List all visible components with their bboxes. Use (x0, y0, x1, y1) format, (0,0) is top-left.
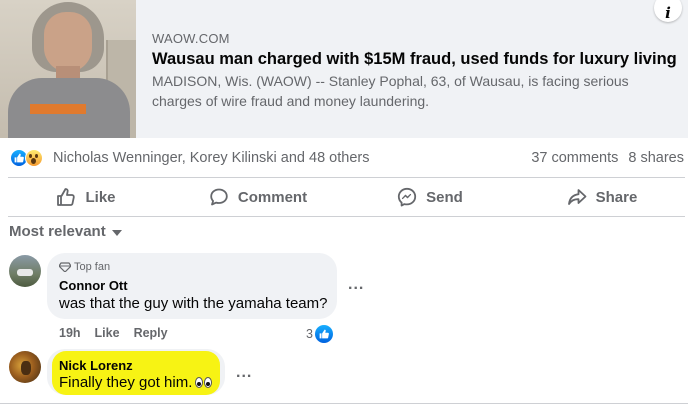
comment-options-icon[interactable]: ... (348, 276, 364, 294)
reaction-icons[interactable] (10, 149, 50, 167)
comment-text: was that the guy with the yamaha team? (59, 295, 328, 312)
comment-meta: 19h Like Reply (59, 326, 168, 340)
like-icon (314, 325, 333, 343)
reactions-summary: Nicholas Wenninger, Korey Kilinski and 4… (0, 138, 688, 178)
send-label: Send (426, 188, 463, 206)
divider (8, 216, 685, 217)
eyes-emoji-icon (195, 377, 213, 389)
comment-like-link[interactable]: Like (95, 326, 120, 340)
share-button[interactable]: Share (516, 178, 688, 216)
link-domain: WAOW.COM (152, 31, 230, 46)
comments-count[interactable]: 37 comments (531, 150, 618, 166)
diamond-icon (59, 262, 71, 272)
comment-author[interactable]: Connor Ott (59, 278, 128, 293)
link-headline[interactable]: Wausau man charged with $15M fraud, used… (152, 50, 677, 69)
comment-options-icon[interactable]: ... (236, 364, 252, 382)
comment-icon (210, 188, 228, 206)
article-thumbnail (0, 0, 136, 138)
reaction-count: 3 (306, 327, 313, 341)
wow-icon (25, 149, 43, 167)
comment-author[interactable]: Nick Lorenz (59, 358, 133, 373)
top-fan-label: Top fan (74, 261, 111, 273)
comment-reply-link[interactable]: Reply (134, 326, 168, 340)
comment-time[interactable]: 19h (59, 326, 81, 340)
info-icon-glyph: i (665, 4, 671, 22)
comment-button[interactable]: Comment (172, 178, 344, 216)
comment-bubble: Top fan Connor Ott was that the guy with… (47, 253, 337, 319)
comment-sort-dropdown[interactable]: Most relevant (9, 223, 122, 240)
link-preview-card[interactable]: WAOW.COM Wausau man charged with $15M fr… (0, 0, 688, 138)
share-icon (567, 189, 587, 205)
caret-down-icon (111, 229, 122, 236)
top-fan-badge[interactable]: Top fan (59, 261, 110, 273)
like-label: Like (85, 188, 116, 206)
like-button[interactable]: Like (0, 178, 172, 216)
avatar[interactable] (9, 255, 41, 287)
thumbs-up-icon (57, 188, 76, 206)
action-bar: Like Comment Send Share (0, 178, 688, 216)
shares-count[interactable]: 8 shares (628, 150, 684, 166)
send-button[interactable]: Send (344, 178, 516, 216)
reactors-text[interactable]: Nicholas Wenninger, Korey Kilinski and 4… (53, 150, 370, 166)
sort-label: Most relevant (9, 223, 106, 240)
share-label: Share (595, 188, 638, 206)
comment-text: Finally they got him. (59, 374, 193, 391)
post-counts: 37 comments 8 shares (521, 150, 684, 166)
messenger-icon (398, 187, 417, 207)
comment-reaction-count[interactable]: 3 (306, 325, 333, 343)
link-summary: MADISON, Wis. (WAOW) -- Stanley Pophal, … (152, 73, 629, 109)
avatar[interactable] (9, 351, 41, 383)
divider (0, 403, 688, 404)
comment-label: Comment (237, 188, 308, 206)
